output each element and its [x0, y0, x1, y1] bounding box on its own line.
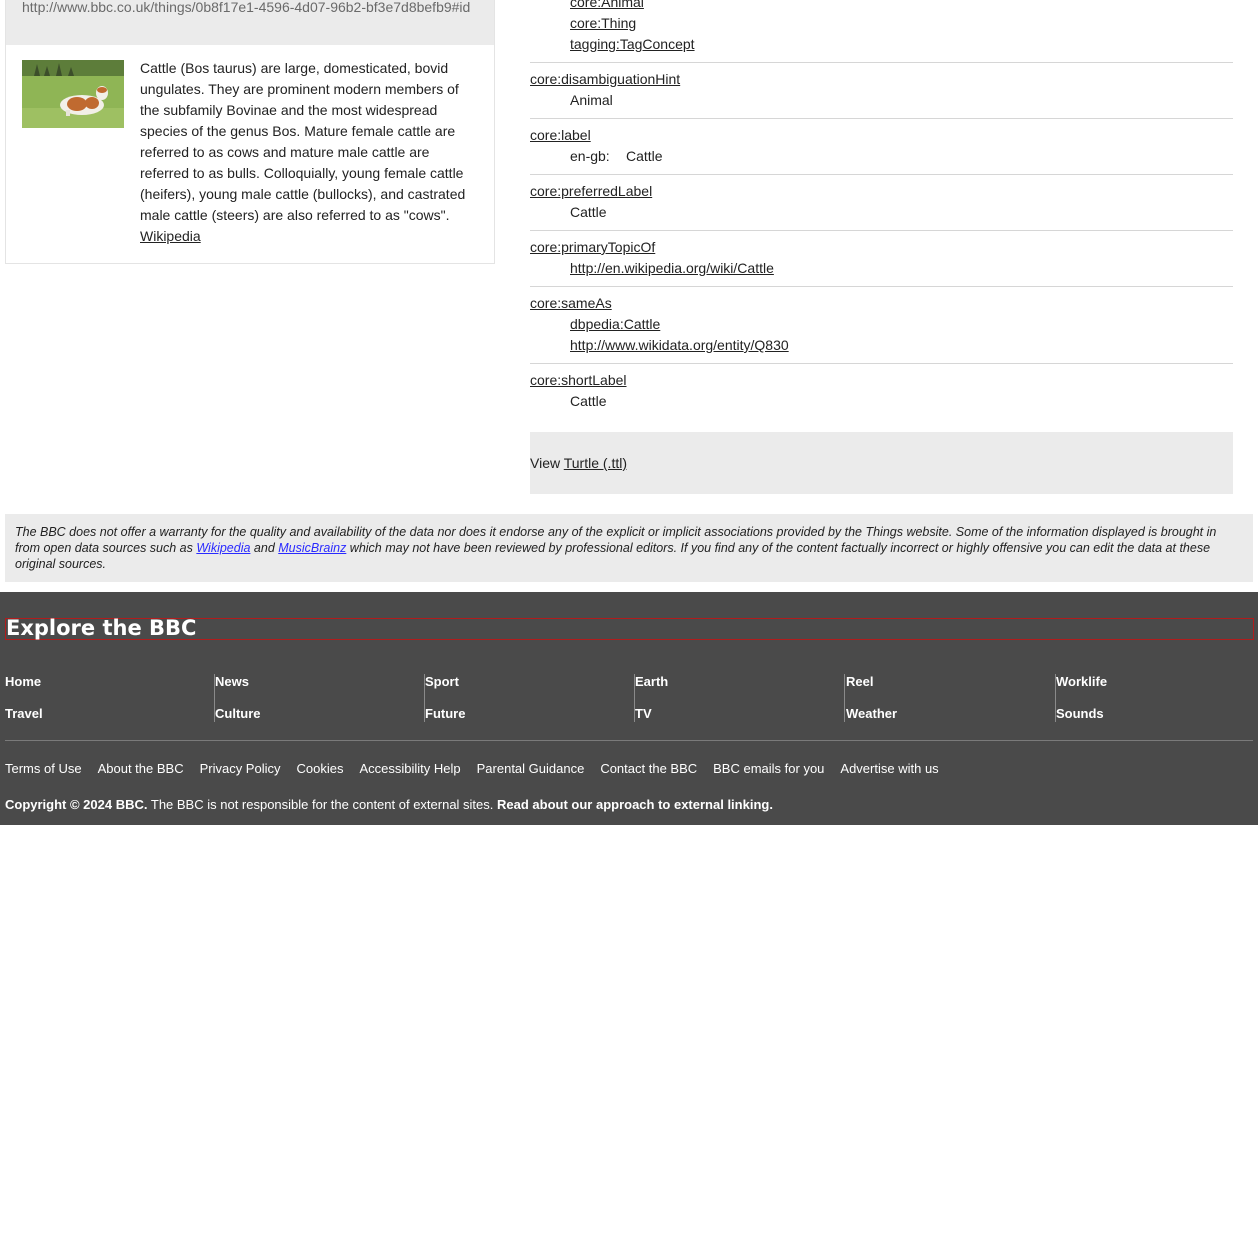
footer-nav-future[interactable]: Future — [425, 706, 465, 722]
dbpedia-link[interactable]: dbpedia:Cattle — [570, 314, 1233, 335]
external-linking-link[interactable]: Read about our approach to external link… — [497, 797, 773, 812]
property-preferred-label: core:preferredLabel Cattle — [530, 175, 1233, 231]
type-value-link[interactable]: core:Thing — [570, 13, 1233, 34]
label-text: Cattle — [626, 148, 663, 164]
property-value: Animal — [570, 92, 613, 108]
property-values: dbpedia:Cattle http://www.wikidata.org/e… — [530, 314, 1233, 356]
type-value-link[interactable]: core:Animal — [570, 0, 1233, 13]
footer-nav-sounds[interactable]: Sounds — [1056, 706, 1104, 722]
wikidata-link[interactable]: http://www.wikidata.org/entity/Q830 — [570, 335, 1233, 356]
parental-guidance-link[interactable]: Parental Guidance — [477, 761, 585, 776]
footer-nav-tv[interactable]: TV — [635, 706, 652, 722]
copyright-notice: Copyright © 2024 BBC. — [5, 797, 148, 812]
footer-nav-earth[interactable]: Earth — [635, 674, 668, 690]
terms-of-use-link[interactable]: Terms of Use — [5, 761, 82, 776]
privacy-policy-link[interactable]: Privacy Policy — [200, 761, 281, 776]
property-type: core:Animal core:Thing tagging:TagConcep… — [530, 0, 1233, 63]
legal-links: Terms of Use About the BBC Privacy Policy C… — [5, 761, 955, 777]
footer-nav-sport[interactable]: Sport — [425, 674, 459, 690]
bbc-footer: Explore the BBC Home Travel News Culture… — [0, 592, 1258, 825]
cookies-link[interactable]: Cookies — [297, 761, 344, 776]
contact-bbc-link[interactable]: Contact the BBC — [600, 761, 697, 776]
property-name-link[interactable]: core:label — [530, 125, 591, 146]
uri-bar: http://www.bbc.co.uk/things/0b8f17e1-459… — [6, 0, 494, 45]
thing-description: Cattle (Bos taurus) are large, domestica… — [140, 58, 480, 247]
copyright: Copyright © 2024 BBC. The BBC is not res… — [5, 797, 773, 813]
property-primary-topic: core:primaryTopicOf http://en.wikipedia.… — [530, 231, 1233, 287]
cattle-image — [22, 60, 124, 128]
footer-nav-travel[interactable]: Travel — [5, 706, 43, 722]
copyright-text: The BBC is not responsible for the conte… — [147, 797, 498, 812]
property-disambiguation: core:disambiguationHint Animal — [530, 63, 1233, 119]
disclaimer-wikipedia-link[interactable]: Wikipedia — [196, 541, 250, 555]
description-text: Cattle (Bos taurus) are large, domestica… — [140, 60, 466, 223]
advertise-link[interactable]: Advertise with us — [840, 761, 938, 776]
property-values: Cattle — [530, 391, 1233, 412]
footer-nav-home[interactable]: Home — [5, 674, 41, 690]
footer-nav-news[interactable]: News — [215, 674, 249, 690]
language-tag: en-gb: — [570, 148, 610, 164]
footer-nav-column: Reel Weather — [846, 674, 1056, 722]
property-short-label: core:shortLabel Cattle — [530, 364, 1233, 419]
property-values: http://en.wikipedia.org/wiki/Cattle — [530, 258, 1233, 279]
disclaimer-text: and — [250, 541, 279, 555]
accessibility-help-link[interactable]: Accessibility Help — [359, 761, 460, 776]
wikipedia-link[interactable]: Wikipedia — [140, 228, 201, 244]
disclaimer-musicbrainz-link[interactable]: MusicBrainz — [278, 541, 346, 555]
footer-nav-column: Worklife Sounds — [1056, 674, 1258, 722]
footer-nav-column: Earth TV — [635, 674, 845, 722]
property-same-as: core:sameAs dbpedia:Cattle http://www.wi… — [530, 287, 1233, 364]
footer-nav-column: Home Travel — [5, 674, 215, 722]
explore-title: Explore the BBC — [6, 616, 197, 640]
property-values: en-gb: Cattle — [530, 146, 1233, 167]
turtle-link[interactable]: Turtle (.ttl) — [564, 455, 627, 471]
footer-nav-column: Sport Future — [425, 674, 635, 722]
about-bbc-link[interactable]: About the BBC — [98, 761, 184, 776]
property-value: en-gb: Cattle — [570, 146, 1233, 167]
property-list: core:Animal core:Thing tagging:TagConcep… — [530, 0, 1233, 419]
property-value: Cattle — [570, 204, 607, 220]
property-value: Cattle — [570, 393, 607, 409]
footer-nav-worklife[interactable]: Worklife — [1056, 674, 1107, 690]
footer-nav-culture[interactable]: Culture — [215, 706, 261, 722]
footer-nav-reel[interactable]: Reel — [846, 674, 873, 690]
footer-nav-column: News Culture — [215, 674, 425, 722]
property-name-link[interactable]: core:shortLabel — [530, 370, 627, 391]
property-values: core:Animal core:Thing tagging:TagConcep… — [530, 0, 1233, 55]
footer-nav: Home Travel News Culture Sport Future Ea… — [5, 674, 1248, 722]
turtle-prefix: View — [530, 455, 564, 471]
explore-heading-box: Explore the BBC — [5, 616, 1254, 640]
property-name-link[interactable]: core:sameAs — [530, 293, 612, 314]
bbc-emails-link[interactable]: BBC emails for you — [713, 761, 824, 776]
thing-card: http://www.bbc.co.uk/things/0b8f17e1-459… — [5, 0, 495, 264]
thing-uri: http://www.bbc.co.uk/things/0b8f17e1-459… — [22, 0, 471, 15]
footer-nav-weather[interactable]: Weather — [846, 706, 897, 722]
column-divider — [844, 674, 845, 722]
property-name-link[interactable]: core:preferredLabel — [530, 181, 652, 202]
property-name-link[interactable]: core:disambiguationHint — [530, 69, 680, 90]
footer-divider — [5, 740, 1253, 741]
property-values: Cattle — [530, 202, 1233, 223]
disclaimer: The BBC does not offer a warranty for th… — [5, 514, 1253, 582]
type-value-link[interactable]: tagging:TagConcept — [570, 34, 1233, 55]
turtle-download-box: View Turtle (.ttl) — [530, 432, 1233, 494]
property-values: Animal — [530, 90, 1233, 111]
wikipedia-url-link[interactable]: http://en.wikipedia.org/wiki/Cattle — [570, 258, 1233, 279]
property-name-link[interactable]: core:primaryTopicOf — [530, 237, 655, 258]
property-label: core:label en-gb: Cattle — [530, 119, 1233, 175]
